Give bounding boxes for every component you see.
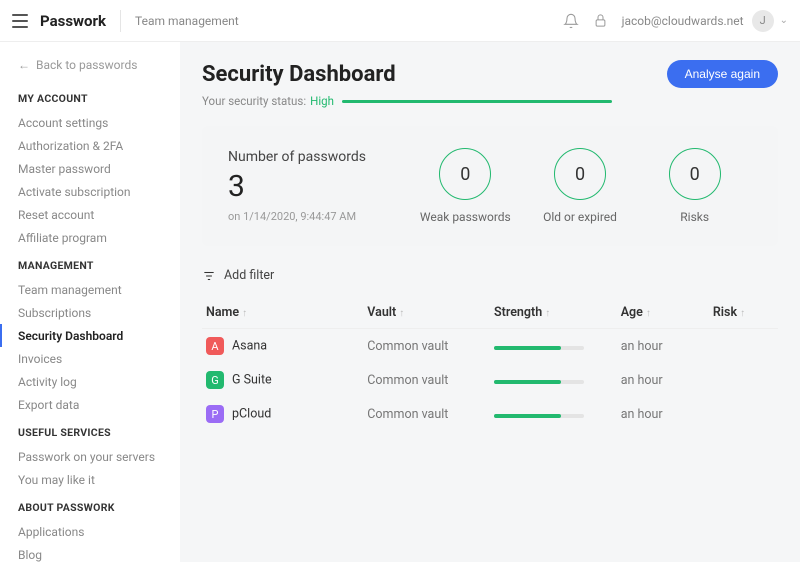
metric-label: Old or expired bbox=[543, 210, 617, 224]
metric-value: 0 bbox=[439, 148, 491, 200]
sidebar-section-title: USEFUL SERVICES bbox=[0, 416, 180, 445]
cell-name: GG Suite bbox=[202, 363, 363, 397]
app-icon: A bbox=[206, 337, 224, 355]
status-value: High bbox=[310, 94, 334, 108]
bell-icon[interactable] bbox=[563, 13, 579, 29]
cell-risk bbox=[709, 397, 778, 431]
metric-risks: 0 Risks bbox=[637, 148, 752, 224]
user-email: jacob@cloudwards.net bbox=[622, 14, 744, 28]
metric-old-or-expired: 0 Old or expired bbox=[523, 148, 638, 224]
sidebar-item-authorization-2fa[interactable]: Authorization & 2FA bbox=[0, 134, 180, 157]
status-bar bbox=[342, 100, 612, 103]
sidebar-item-blog[interactable]: Blog bbox=[0, 543, 180, 562]
sidebar-item-export-data[interactable]: Export data bbox=[0, 393, 180, 416]
metric-weak-passwords: 0 Weak passwords bbox=[408, 148, 523, 224]
sidebar-section-title: ABOUT PASSWORK bbox=[0, 491, 180, 520]
divider bbox=[120, 10, 121, 32]
back-to-passwords-link[interactable]: Back to passwords bbox=[0, 54, 180, 82]
cell-age: an hour bbox=[617, 363, 709, 397]
timestamp: on 1/14/2020, 9:44:47 AM bbox=[228, 210, 408, 223]
status-label: Your security status: bbox=[202, 94, 306, 108]
sidebar-item-subscriptions[interactable]: Subscriptions bbox=[0, 301, 180, 324]
cell-strength bbox=[490, 363, 617, 397]
passwords-table: Name↑Vault↑Strength↑Age↑Risk↑ AAsanaComm… bbox=[202, 297, 778, 431]
cell-strength bbox=[490, 397, 617, 431]
sidebar-item-invoices[interactable]: Invoices bbox=[0, 347, 180, 370]
analyse-again-button[interactable]: Analyse again bbox=[667, 60, 778, 88]
metric-value: 0 bbox=[554, 148, 606, 200]
table-row[interactable]: AAsanaCommon vault an hour bbox=[202, 329, 778, 364]
metric-value: 0 bbox=[669, 148, 721, 200]
cell-name: PpCloud bbox=[202, 397, 363, 431]
main-content: Security Dashboard Analyse again Your se… bbox=[180, 42, 800, 562]
sidebar-item-master-password[interactable]: Master password bbox=[0, 157, 180, 180]
column-header-strength[interactable]: Strength↑ bbox=[490, 297, 617, 329]
sidebar-item-account-settings[interactable]: Account settings bbox=[0, 111, 180, 134]
column-header-age[interactable]: Age↑ bbox=[617, 297, 709, 329]
table-row[interactable]: PpCloudCommon vault an hour bbox=[202, 397, 778, 431]
cell-vault: Common vault bbox=[363, 397, 490, 431]
summary-panel: Number of passwords 3 on 1/14/2020, 9:44… bbox=[202, 126, 778, 246]
sidebar-section-title: MANAGEMENT bbox=[0, 249, 180, 278]
column-header-risk[interactable]: Risk↑ bbox=[709, 297, 778, 329]
sidebar-item-applications[interactable]: Applications bbox=[0, 520, 180, 543]
strength-bar bbox=[494, 346, 584, 350]
add-filter-label: Add filter bbox=[224, 268, 274, 283]
hamburger-menu-icon[interactable] bbox=[12, 14, 28, 28]
add-filter-button[interactable]: Add filter bbox=[202, 268, 778, 283]
cell-age: an hour bbox=[617, 329, 709, 364]
top-link-team-management[interactable]: Team management bbox=[135, 14, 239, 28]
filter-icon bbox=[202, 269, 216, 283]
brand-logo: Passwork bbox=[40, 12, 106, 30]
sidebar-item-you-may-like-it[interactable]: You may like it bbox=[0, 468, 180, 491]
chevron-down-icon[interactable]: ⌄ bbox=[780, 15, 788, 26]
sidebar-section-title: MY ACCOUNT bbox=[0, 82, 180, 111]
cell-risk bbox=[709, 363, 778, 397]
avatar[interactable]: J bbox=[752, 10, 774, 32]
column-header-name[interactable]: Name↑ bbox=[202, 297, 363, 329]
table-row[interactable]: GG SuiteCommon vault an hour bbox=[202, 363, 778, 397]
password-count-label: Number of passwords bbox=[228, 149, 408, 165]
sidebar-item-affiliate-program[interactable]: Affiliate program bbox=[0, 226, 180, 249]
cell-strength bbox=[490, 329, 617, 364]
app-icon: G bbox=[206, 371, 224, 389]
page-title: Security Dashboard bbox=[202, 62, 396, 87]
sidebar-item-activate-subscription[interactable]: Activate subscription bbox=[0, 180, 180, 203]
cell-vault: Common vault bbox=[363, 363, 490, 397]
cell-name: AAsana bbox=[202, 329, 363, 364]
topbar: Passwork Team management jacob@cloudward… bbox=[0, 0, 800, 42]
sidebar-item-activity-log[interactable]: Activity log bbox=[0, 370, 180, 393]
lock-icon[interactable] bbox=[593, 13, 608, 28]
strength-bar bbox=[494, 380, 584, 384]
cell-vault: Common vault bbox=[363, 329, 490, 364]
sidebar-item-passwork-on-your-servers[interactable]: Passwork on your servers bbox=[0, 445, 180, 468]
cell-risk bbox=[709, 329, 778, 364]
sidebar: Back to passwords MY ACCOUNTAccount sett… bbox=[0, 42, 180, 562]
cell-age: an hour bbox=[617, 397, 709, 431]
column-header-vault[interactable]: Vault↑ bbox=[363, 297, 490, 329]
password-count-value: 3 bbox=[228, 169, 408, 204]
sidebar-item-reset-account[interactable]: Reset account bbox=[0, 203, 180, 226]
strength-bar bbox=[494, 414, 584, 418]
sidebar-item-team-management[interactable]: Team management bbox=[0, 278, 180, 301]
sidebar-item-security-dashboard[interactable]: Security Dashboard bbox=[0, 324, 180, 347]
metric-label: Risks bbox=[680, 210, 709, 224]
app-icon: P bbox=[206, 405, 224, 423]
metric-label: Weak passwords bbox=[420, 210, 511, 224]
